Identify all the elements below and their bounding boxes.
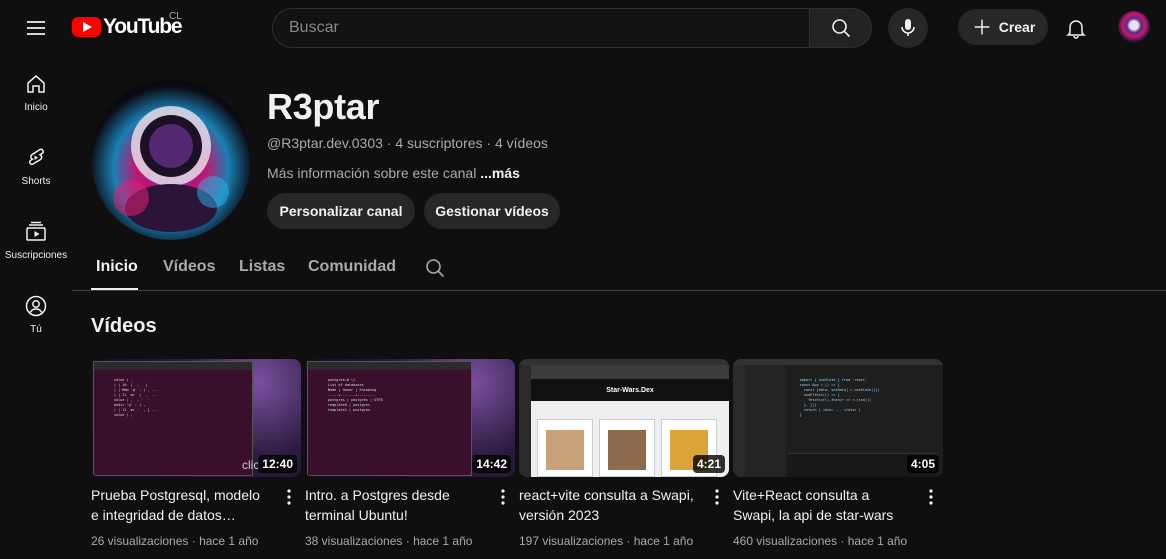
terminal-window: postgres=# \l List of databases Name | O… — [307, 361, 472, 476]
subscriptions-icon — [26, 221, 46, 241]
video-thumbnail[interactable]: value ( , ) | 10 ( , ) ) | Mdm 'g' : ( ,… — [91, 359, 301, 477]
top-bar: YouTube CL Crear — [0, 0, 1166, 56]
view-count: 38 visualizaciones — [305, 534, 403, 548]
video-duration: 4:05 — [906, 455, 939, 473]
video-thumbnail[interactable]: import { useState } from 'react' const A… — [733, 359, 943, 477]
sidebar-item-label: Suscripciones — [4, 250, 68, 261]
account-avatar[interactable] — [1118, 11, 1150, 43]
os-dock — [519, 365, 531, 477]
search-input[interactable] — [272, 8, 809, 48]
more-vert-icon — [715, 489, 719, 505]
sidebar-item-inicio[interactable]: Inicio — [4, 56, 68, 130]
upload-age: hace 1 año — [413, 534, 473, 548]
hamburger-icon — [27, 21, 45, 35]
sidebar-item-tu[interactable]: Tú — [4, 278, 68, 352]
video-thumbnail[interactable]: Star-Wars.Dex 4:21 — [519, 359, 729, 477]
code-editor: import { useState } from 'react' const A… — [799, 378, 880, 417]
sidebar-item-shorts[interactable]: Shorts — [4, 130, 68, 204]
sidebar-item-suscripciones[interactable]: Suscripciones — [4, 204, 68, 278]
youtube-logo[interactable]: YouTube CL — [72, 11, 183, 40]
tab-inicio[interactable]: Inicio — [96, 258, 138, 276]
active-tab-indicator — [91, 288, 138, 290]
video-meta: 197 visualizaciones · hace 1 año — [519, 534, 694, 548]
shorts-icon — [28, 148, 44, 166]
search-icon — [831, 19, 850, 38]
video-thumbnail[interactable]: postgres=# \l List of databases Name | O… — [305, 359, 515, 477]
search-button[interactable] — [809, 8, 872, 48]
video-meta: 460 visualizaciones · hace 1 año — [733, 534, 908, 548]
view-count: 197 visualizaciones — [519, 534, 624, 548]
video-menu-button[interactable] — [279, 485, 299, 509]
tab-comunidad[interactable]: Comunidad — [308, 258, 396, 276]
mic-icon — [901, 19, 915, 36]
sidebar-item-label: Inicio — [24, 102, 48, 113]
plus-icon — [974, 19, 990, 35]
channel-name: R3ptar — [267, 86, 380, 127]
more-link[interactable]: ...más — [480, 165, 520, 181]
sidebar: Inicio Shorts Suscripciones Tú — [0, 56, 72, 559]
section-title: Vídeos — [91, 315, 157, 337]
browser-tabs — [531, 365, 729, 379]
tab-listas[interactable]: Listas — [239, 258, 285, 276]
channel-avatar[interactable] — [91, 80, 251, 240]
video-duration: 14:42 — [472, 455, 511, 473]
customize-channel-button[interactable]: Personalizar canal — [267, 193, 415, 229]
character-card — [599, 419, 655, 477]
video-meta: 26 visualizaciones · hace 1 año — [91, 534, 259, 548]
more-vert-icon — [287, 489, 291, 505]
channel-search-icon[interactable] — [423, 256, 447, 280]
video-menu-button[interactable] — [707, 485, 727, 509]
manage-videos-button[interactable]: Gestionar vídeos — [424, 193, 560, 229]
bell-icon — [1066, 20, 1086, 39]
video-menu-button[interactable] — [493, 485, 513, 509]
view-count: 26 visualizaciones — [91, 534, 189, 548]
starwars-header: Star-Wars.Dex — [531, 379, 729, 401]
video-duration: 12:40 — [258, 455, 297, 473]
more-vert-icon — [929, 489, 933, 505]
search-box — [272, 8, 872, 48]
video-menu-button[interactable] — [921, 485, 941, 509]
about-text: Más información sobre este canal — [267, 165, 477, 181]
channel-handle: @R3ptar.dev.0303 — [267, 135, 383, 151]
youtube-play-icon — [72, 17, 101, 37]
video-title[interactable]: Vite+React consulta a Swapi, la api de s… — [733, 485, 913, 525]
sidebar-item-label: Shorts — [21, 176, 51, 187]
os-dock — [733, 365, 745, 477]
view-count: 460 visualizaciones — [733, 534, 838, 548]
video-title[interactable]: react+vite consulta a Swapi, versión 202… — [519, 485, 699, 525]
video-title[interactable]: Intro. a Postgres desde terminal Ubuntu! — [305, 485, 485, 525]
more-vert-icon — [501, 489, 505, 505]
notifications-button[interactable] — [1056, 8, 1096, 48]
sidebar-item-label: Tú — [30, 324, 42, 335]
create-label: Crear — [998, 19, 1036, 35]
video-title[interactable]: Prueba Postgresql, modelo e integridad d… — [91, 485, 271, 525]
create-button[interactable]: Crear — [958, 9, 1048, 45]
upload-age: hace 1 año — [199, 534, 259, 548]
video-meta: 38 visualizaciones · hace 1 año — [305, 534, 473, 548]
thumb-partial-text: clic — [242, 458, 260, 472]
character-card — [537, 419, 593, 477]
voice-search-button[interactable] — [888, 8, 928, 48]
terminal-window: value ( , ) | 10 ( , ) ) | Mdm 'g' : ( ,… — [93, 361, 253, 476]
channel-about-link[interactable]: Más información sobre este canal ...más — [267, 165, 520, 181]
editor-explorer — [745, 365, 785, 477]
menu-button[interactable] — [16, 8, 56, 48]
you-icon — [25, 295, 47, 317]
channel-meta: @R3ptar.dev.0303 · 4 suscriptores · 4 ví… — [267, 135, 548, 151]
astronaut-avatar-art — [91, 80, 251, 240]
meta-separator: · — [486, 135, 495, 151]
home-icon — [27, 75, 45, 93]
country-code: CL — [169, 11, 182, 22]
upload-age: hace 1 año — [633, 534, 694, 548]
channel-tabs: Inicio Vídeos Listas Comunidad — [72, 246, 1166, 291]
subscriber-count: 4 suscriptores — [395, 135, 483, 151]
tab-videos[interactable]: Vídeos — [163, 258, 215, 276]
video-count: 4 vídeos — [494, 135, 548, 151]
upload-age: hace 1 año — [847, 534, 908, 548]
video-duration: 4:21 — [692, 455, 725, 473]
